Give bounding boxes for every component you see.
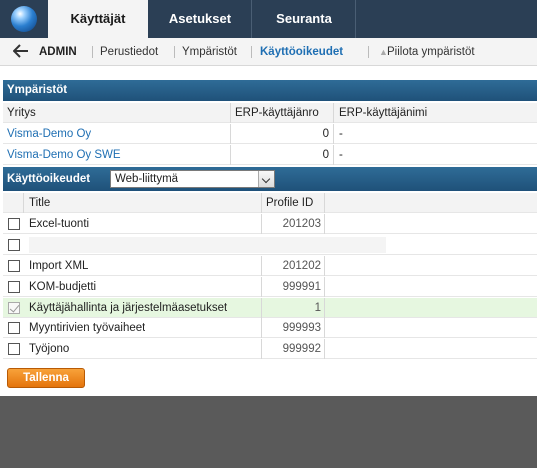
divider xyxy=(230,124,231,144)
divider xyxy=(324,193,325,213)
table-row: Import XML 201202 xyxy=(3,256,537,276)
divider xyxy=(261,298,262,318)
sub-nav: ADMIN Perustiedot Ympäristöt Käyttöoikeu… xyxy=(0,38,537,66)
divider xyxy=(261,277,262,297)
col-erp-nimi: ERP-käyttäjänimi xyxy=(339,107,428,119)
profile-id: 201202 xyxy=(282,260,321,272)
permission-title: Myyntirivien työvaiheet xyxy=(29,322,146,334)
erp-number: 0 xyxy=(322,128,329,140)
divider xyxy=(368,46,369,58)
erp-name: - xyxy=(339,128,343,140)
divider xyxy=(324,214,325,234)
divider xyxy=(261,339,262,359)
tab-asetukset[interactable]: Asetukset xyxy=(148,0,252,38)
divider xyxy=(230,145,231,165)
row-checkbox[interactable] xyxy=(8,218,20,230)
permission-title: Käyttäjähallinta ja järjestelmäasetukset xyxy=(29,302,228,314)
table-row: Myyntirivien työvaiheet 999993 xyxy=(3,318,537,338)
profile-id: 999992 xyxy=(282,343,321,355)
row-checkbox-checked-disabled xyxy=(8,302,20,314)
erp-number: 0 xyxy=(322,149,329,161)
divider xyxy=(261,214,262,234)
divider xyxy=(174,46,175,58)
environments-column-header: Yritys ERP-käyttäjänro ERP-käyttäjänimi xyxy=(3,103,537,123)
col-yritys: Yritys xyxy=(7,107,36,119)
col-erp-nro: ERP-käyttäjänro xyxy=(235,107,319,119)
col-profile-id: Profile ID xyxy=(266,197,314,209)
subnav-piilota-ymparistot[interactable]: Piilota ympäristöt xyxy=(387,38,475,66)
divider xyxy=(324,318,325,338)
divider xyxy=(261,318,262,338)
divider xyxy=(324,256,325,276)
profile-id: 999991 xyxy=(282,281,321,293)
row-checkbox[interactable] xyxy=(8,322,20,334)
back-admin-link[interactable]: ADMIN xyxy=(39,38,77,66)
divider xyxy=(261,256,262,276)
top-nav: Käyttäjät Asetukset Seuranta xyxy=(0,0,537,38)
divider xyxy=(230,103,231,123)
divider xyxy=(333,103,334,123)
permission-title: Excel-tuonti xyxy=(29,218,90,230)
permissions-column-header: Title Profile ID xyxy=(3,193,537,213)
divider xyxy=(23,193,24,213)
permission-type-select[interactable]: Web-liittymä xyxy=(110,170,275,188)
profile-id: 201203 xyxy=(282,218,321,230)
permission-title: Import XML xyxy=(29,260,89,272)
table-row: Käyttäjähallinta ja järjestelmäasetukset… xyxy=(3,298,537,318)
divider xyxy=(92,46,93,58)
empty-row-fill xyxy=(29,237,386,253)
profile-id: 1 xyxy=(314,302,321,314)
row-checkbox[interactable] xyxy=(8,239,20,251)
table-row: Excel-tuonti 201203 xyxy=(3,214,537,234)
profile-id: 999993 xyxy=(282,322,321,334)
subnav-perustiedot[interactable]: Perustiedot xyxy=(100,38,158,66)
divider xyxy=(324,277,325,297)
chevron-down-icon[interactable] xyxy=(258,171,274,187)
col-title: Title xyxy=(29,197,51,209)
permission-title: Työjono xyxy=(29,343,70,355)
company-link[interactable]: Visma-Demo Oy xyxy=(7,124,91,144)
permission-title: KOM-budjetti xyxy=(29,281,97,293)
back-arrow-icon[interactable] xyxy=(13,44,29,58)
subnav-ymparistot[interactable]: Ympäristöt xyxy=(182,38,237,66)
row-checkbox[interactable] xyxy=(8,281,20,293)
table-row: Työjono 999992 xyxy=(3,339,537,359)
divider xyxy=(251,46,252,58)
divider xyxy=(324,339,325,359)
row-checkbox[interactable] xyxy=(8,343,20,355)
subnav-kayttooikeudet[interactable]: Käyttöoikeudet xyxy=(260,38,343,66)
environments-header: Ympäristöt xyxy=(3,80,537,101)
globe-logo-icon xyxy=(11,6,37,32)
divider xyxy=(333,124,334,144)
divider xyxy=(333,145,334,165)
tab-divider xyxy=(355,0,356,38)
divider xyxy=(261,193,262,213)
divider xyxy=(324,298,325,318)
company-link[interactable]: Visma-Demo Oy SWE xyxy=(7,145,121,165)
table-row: Visma-Demo Oy SWE 0 - xyxy=(3,145,537,165)
tab-seuranta[interactable]: Seuranta xyxy=(252,0,356,38)
row-checkbox[interactable] xyxy=(8,260,20,272)
select-value: Web-liittymä xyxy=(115,173,179,185)
table-row: Visma-Demo Oy 0 - xyxy=(3,124,537,144)
erp-name: - xyxy=(339,149,343,161)
app-logo[interactable] xyxy=(0,0,48,38)
save-button[interactable]: Tallenna xyxy=(7,368,85,388)
permissions-label: Käyttöoikeudet xyxy=(7,173,91,185)
tab-kayttajat[interactable]: Käyttäjät xyxy=(48,0,148,38)
table-row xyxy=(3,235,537,255)
table-row: KOM-budjetti 999991 xyxy=(3,277,537,297)
